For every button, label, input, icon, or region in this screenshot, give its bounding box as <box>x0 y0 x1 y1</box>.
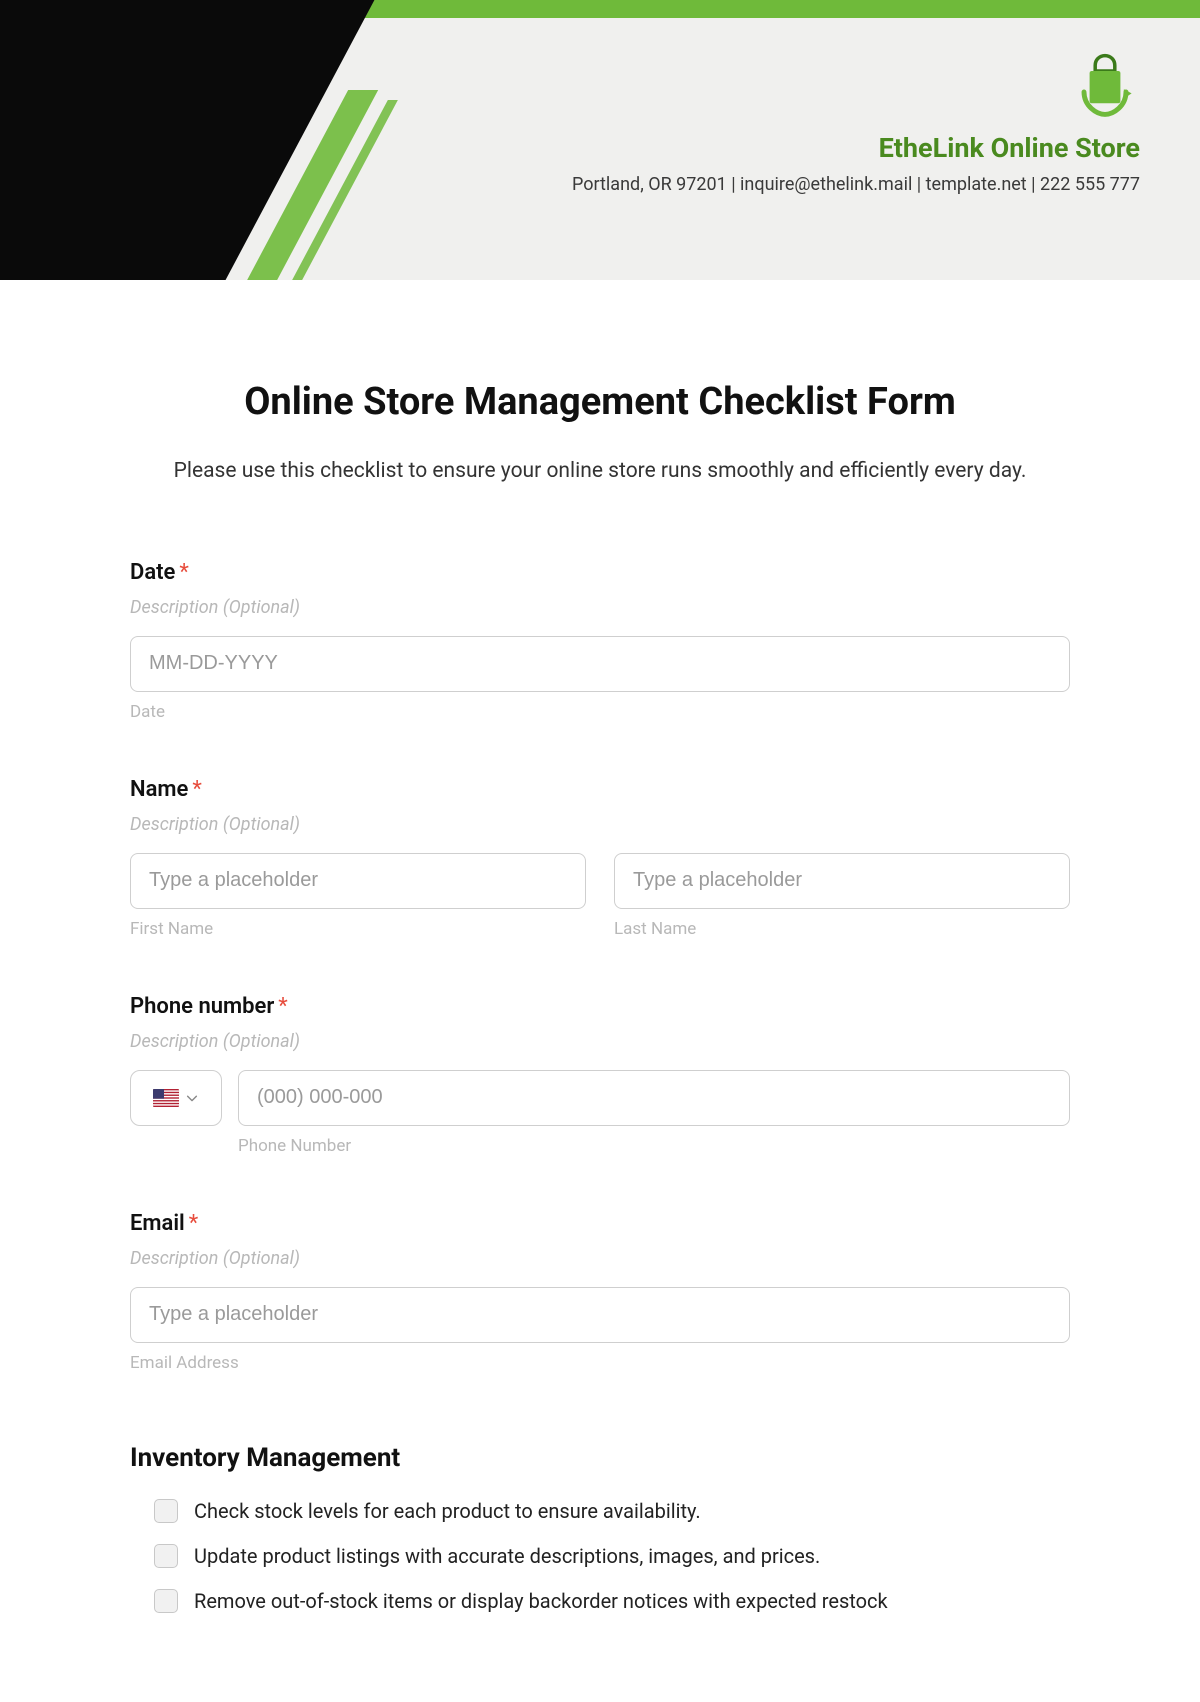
checklist-item: Update product listings with accurate de… <box>130 1542 1070 1571</box>
required-asterisk: * <box>192 777 201 802</box>
phone-sublabel: Phone Number <box>238 1136 1070 1156</box>
date-sublabel: Date <box>130 702 1070 722</box>
shopping-bag-logo-icon <box>1070 50 1140 120</box>
header-banner: EtheLink Online Store Portland, OR 97201… <box>0 0 1200 280</box>
required-asterisk: * <box>189 1211 198 1236</box>
us-flag-icon <box>153 1089 179 1107</box>
name-description: Description (Optional) <box>130 814 1070 835</box>
name-label: Name* <box>130 777 1070 802</box>
email-description: Description (Optional) <box>130 1248 1070 1269</box>
form-subtitle: Please use this checklist to ensure your… <box>130 454 1070 490</box>
date-label-text: Date <box>130 560 175 585</box>
email-label: Email* <box>130 1211 1070 1236</box>
inventory-heading: Inventory Management <box>130 1443 1070 1473</box>
checklist-text: Check stock levels for each product to e… <box>194 1497 701 1526</box>
phone-description: Description (Optional) <box>130 1031 1070 1052</box>
logo-wrap <box>572 50 1140 120</box>
checkbox[interactable] <box>154 1544 178 1568</box>
field-group-date: Date* Description (Optional) Date <box>130 560 1070 722</box>
header-info: EtheLink Online Store Portland, OR 97201… <box>572 50 1140 195</box>
form-content: Online Store Management Checklist Form P… <box>0 280 1200 1672</box>
field-group-email: Email* Description (Optional) Email Addr… <box>130 1211 1070 1373</box>
phone-label: Phone number* <box>130 994 1070 1019</box>
date-input[interactable] <box>130 636 1070 692</box>
last-name-sublabel: Last Name <box>614 919 1070 939</box>
required-asterisk: * <box>179 560 188 585</box>
country-code-select[interactable] <box>130 1070 222 1126</box>
name-label-text: Name <box>130 777 188 802</box>
date-label: Date* <box>130 560 1070 585</box>
last-name-input[interactable] <box>614 853 1070 909</box>
form-title: Online Store Management Checklist Form <box>130 380 1070 424</box>
field-group-name: Name* Description (Optional) First Name … <box>130 777 1070 939</box>
decor-black-strip <box>0 224 120 238</box>
phone-label-text: Phone number <box>130 994 274 1019</box>
required-asterisk: * <box>278 994 287 1019</box>
phone-input[interactable] <box>238 1070 1070 1126</box>
checklist-item: Remove out-of-stock items or display bac… <box>130 1587 1070 1616</box>
date-description: Description (Optional) <box>130 597 1070 618</box>
field-group-phone: Phone number* Description (Optional) Pho… <box>130 994 1070 1156</box>
email-label-text: Email <box>130 1211 185 1236</box>
email-input[interactable] <box>130 1287 1070 1343</box>
first-name-input[interactable] <box>130 853 586 909</box>
email-sublabel: Email Address <box>130 1353 1070 1373</box>
checklist-text: Update product listings with accurate de… <box>194 1542 820 1571</box>
checklist-item: Check stock levels for each product to e… <box>130 1497 1070 1526</box>
store-name: EtheLink Online Store <box>572 132 1140 164</box>
first-name-sublabel: First Name <box>130 919 586 939</box>
checkbox[interactable] <box>154 1589 178 1613</box>
store-info-line: Portland, OR 97201 | inquire@ethelink.ma… <box>572 174 1140 195</box>
checklist-text: Remove out-of-stock items or display bac… <box>194 1587 888 1616</box>
chevron-down-icon <box>185 1091 199 1105</box>
checkbox[interactable] <box>154 1499 178 1523</box>
